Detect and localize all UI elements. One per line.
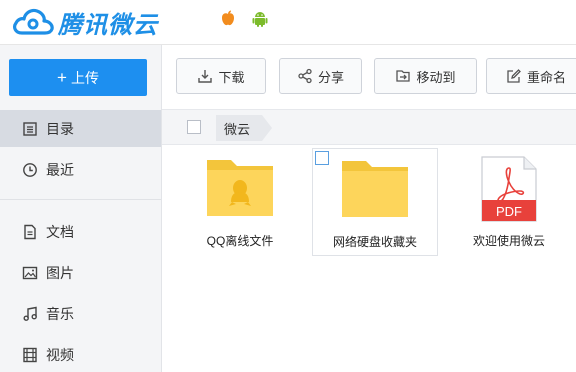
music-icon (23, 306, 37, 321)
share-label: 分享 (317, 69, 344, 85)
move-icon (396, 70, 411, 82)
upload-button[interactable]: + 上传 (9, 59, 147, 96)
edit-icon (507, 69, 521, 83)
file-item-favorites-folder[interactable]: 网络硬盘收藏夹 (312, 148, 438, 256)
qq-folder-icon (207, 160, 273, 216)
clock-icon (23, 162, 37, 177)
select-all-checkbox[interactable] (187, 120, 201, 134)
download-icon (198, 70, 213, 83)
toolbar: 下载 分享 移动到 重命名 (162, 45, 576, 109)
download-label: 下载 (218, 69, 245, 85)
sidebar-item-images[interactable]: 图片 (0, 254, 161, 291)
move-to-button[interactable]: 移动到 (374, 58, 477, 94)
sidebar-item-documents[interactable]: 文档 (0, 213, 161, 250)
share-icon (298, 68, 312, 84)
image-icon (22, 266, 38, 279)
move-to-label: 移动到 (416, 69, 456, 85)
breadcrumb-label: 微云 (224, 121, 251, 137)
logo-text: 腾讯微云 (58, 10, 158, 39)
upload-label: 上传 (70, 69, 99, 86)
rename-button[interactable]: 重命名 (486, 58, 576, 94)
breadcrumb-item[interactable]: 微云 (216, 115, 273, 141)
sidebar-item-catalog[interactable]: 目录 (0, 110, 161, 147)
document-icon (24, 224, 36, 239)
pdf-file-icon: PDF (481, 156, 537, 222)
pdf-badge: PDF (496, 204, 522, 219)
breadcrumb-bar: 微云 (162, 109, 576, 145)
sidebar-item-recent[interactable]: 最近 (0, 151, 161, 188)
file-grid: QQ离线文件 网络硬盘收藏夹 PDF 欢迎使用微云 (162, 145, 576, 372)
share-button[interactable]: 分享 (279, 58, 362, 94)
sidebar-item-label: 最近 (46, 161, 74, 178)
file-name: QQ离线文件 (206, 234, 274, 248)
sidebar-item-label: 文档 (46, 223, 74, 240)
app-header: 腾讯微云 (0, 0, 576, 45)
catalog-icon (23, 121, 37, 136)
apple-icon[interactable] (218, 8, 238, 28)
file-name: 网络硬盘收藏夹 (332, 235, 417, 249)
sidebar: + 上传 目录 最近 文档 图片 音乐 视频 (0, 45, 162, 372)
download-button[interactable]: 下载 (176, 58, 266, 94)
sidebar-item-label: 图片 (46, 264, 74, 281)
sidebar-divider (0, 199, 161, 200)
file-item-welcome-pdf[interactable]: PDF 欢迎使用微云 (446, 148, 572, 256)
file-name: 欢迎使用微云 (472, 234, 545, 248)
sidebar-item-label: 视频 (46, 346, 74, 363)
rename-label: 重命名 (526, 69, 566, 85)
sidebar-item-label: 目录 (46, 120, 74, 137)
video-icon (23, 347, 37, 362)
file-item-qq-folder[interactable]: QQ离线文件 (177, 148, 303, 256)
android-icon[interactable] (250, 8, 270, 28)
sidebar-item-music[interactable]: 音乐 (0, 295, 161, 332)
cloud-logo-icon (13, 8, 54, 35)
plus-icon: + (57, 68, 67, 87)
sidebar-item-video[interactable]: 视频 (0, 336, 161, 372)
folder-icon (342, 161, 408, 217)
sidebar-item-label: 音乐 (46, 305, 74, 322)
weiyun-logo[interactable]: 腾讯微云 (12, 4, 158, 40)
